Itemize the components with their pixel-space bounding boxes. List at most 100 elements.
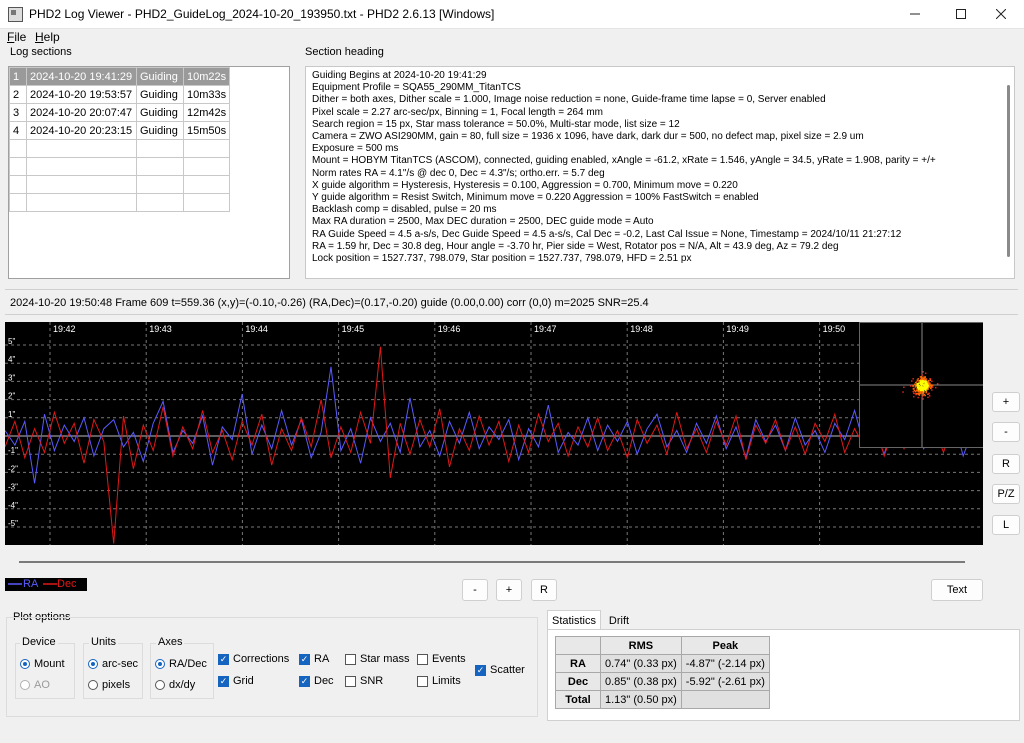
units-pixels-radio[interactable]: pixels	[88, 679, 130, 691]
scatter-point	[922, 380, 925, 382]
corrections-checkbox[interactable]: ✓ Corrections	[218, 653, 289, 665]
section-row[interactable]	[9, 193, 231, 212]
units-arcsec-label: arc-sec	[102, 658, 139, 670]
section-cell-num: 1	[9, 67, 27, 86]
ra-legend-line	[8, 583, 22, 585]
scatter-point	[912, 390, 914, 393]
axes-radec-radio[interactable]: RA/Dec	[155, 658, 207, 670]
scale-reset-button[interactable]: R	[531, 579, 557, 601]
snr-checkbox[interactable]: SNR	[345, 675, 383, 687]
log-sections-list[interactable]: 1 2024-10-20 19:41:29 Guiding 10m22s 2 2024-1…	[8, 66, 290, 279]
tab-drift[interactable]: Drift	[601, 613, 637, 629]
section-row[interactable]	[9, 139, 231, 158]
checkbox-empty-icon	[345, 653, 356, 665]
events-checkbox[interactable]: Events	[417, 653, 466, 665]
section-cell-date	[26, 139, 137, 158]
guide-graph[interactable]: 5" 4" 3" 2" 1" -1" -2" -3" -4" -5" 19:42 19:43 19:44…	[5, 322, 983, 545]
star-mass-checkbox[interactable]: Star mass	[345, 653, 410, 665]
section-cell-dur	[182, 193, 231, 212]
scatter-point	[913, 395, 915, 398]
heading-line: Camera = ZWO ASI290MM, gain = 80, full s…	[312, 131, 864, 143]
ra-checkbox[interactable]: ✓ RA	[299, 653, 329, 665]
section-cell-date	[26, 157, 137, 176]
menu-help[interactable]: Help	[35, 30, 60, 44]
scale-minus-button[interactable]: -	[462, 579, 488, 601]
guide-graph-svg[interactable]: 5" 4" 3" 2" 1" -1" -2" -3" -4" -5" 19:42 19:43 19:44…	[5, 322, 983, 545]
section-row[interactable]: 1 2024-10-20 19:41:29 Guiding 10m22s	[9, 67, 231, 86]
scale-plus-button[interactable]: +	[496, 579, 522, 601]
corrections-label: Corrections	[233, 653, 290, 665]
menu-file[interactable]: File	[7, 30, 26, 44]
heading-scrollbar[interactable]	[1007, 85, 1010, 257]
scatter-point	[925, 391, 927, 394]
x-tick-label: 19:48	[630, 324, 653, 334]
section-cell-date	[26, 193, 137, 212]
units-arcsec-radio[interactable]: arc-sec	[88, 658, 138, 670]
scatter-checkbox[interactable]: ✓ Scatter	[475, 664, 525, 676]
section-row[interactable]: 2 2024-10-20 19:53:57 Guiding 10m33s	[9, 85, 231, 104]
scatter-point	[929, 384, 931, 387]
limits-label: Limits	[432, 675, 461, 687]
statistics-table: RMS Peak RA 0.74" (0.33 px) -4.87" (-2.14 px…	[555, 636, 770, 709]
scatter-point	[916, 383, 918, 385]
section-row[interactable]: 4 2024-10-20 20:23:15 Guiding 15m50s	[9, 121, 231, 140]
section-cell-type: Guiding	[136, 67, 184, 86]
section-cell-type	[136, 139, 184, 158]
section-cell-type	[136, 157, 184, 176]
l-button[interactable]: L	[992, 515, 1020, 535]
zoom-in-button[interactable]: +	[992, 392, 1020, 412]
heading-line: Guiding Begins at 2024-10-20 19:41:29	[312, 70, 487, 81]
checkbox-empty-icon	[417, 675, 428, 687]
section-heading-text[interactable]: Guiding Begins at 2024-10-20 19:41:29 Equ…	[305, 66, 1015, 279]
scatter-point	[919, 386, 922, 388]
frame-status: 2024-10-20 19:50:48 Frame 609 t=559.36 (…	[10, 297, 649, 309]
scatter-point	[924, 372, 927, 374]
y-tick-label: 1"	[8, 410, 15, 419]
minimize-icon[interactable]	[892, 0, 938, 28]
heading-lines: Guiding Begins at 2024-10-20 19:41:29 Equ…	[312, 70, 936, 265]
limits-checkbox[interactable]: Limits	[417, 675, 461, 687]
device-mount-radio[interactable]: Mount	[20, 658, 65, 670]
y-tick-label: 5"	[8, 337, 15, 346]
scatter-point	[923, 385, 925, 387]
scatter-point	[924, 382, 926, 384]
scatter-point	[925, 380, 928, 383]
section-cell-date: 2024-10-20 19:53:57	[26, 85, 137, 104]
x-tick-label: 19:50	[823, 324, 846, 334]
section-row[interactable]	[9, 175, 231, 194]
y-tick-label: -2"	[8, 464, 18, 473]
tab-statistics[interactable]: Statistics	[547, 610, 601, 630]
section-row[interactable]: 3 2024-10-20 20:07:47 Guiding 12m42s	[9, 103, 231, 122]
pz-button[interactable]: P/Z	[992, 484, 1020, 504]
scatter-point	[918, 382, 920, 384]
graph-scrollbar[interactable]	[19, 561, 965, 563]
section-heading-label: Section heading	[303, 46, 386, 58]
x-tick-label: 19:43	[149, 324, 172, 334]
stats-rms: 1.13" (0.50 px)	[600, 690, 682, 709]
radio-on-icon	[20, 659, 30, 669]
scatter-point	[931, 389, 933, 391]
menu-bar: File Help	[0, 29, 1024, 45]
star-mass-label: Star mass	[360, 653, 410, 665]
checkmark-icon: ✓	[218, 653, 229, 665]
axes-dxdy-radio[interactable]: dx/dy	[155, 679, 195, 691]
section-cell-num: 2	[9, 85, 27, 104]
menu-help-accel: H	[35, 30, 44, 44]
close-icon[interactable]	[978, 0, 1024, 28]
section-cell-num: 4	[9, 121, 27, 140]
heading-line: Dither = both axes, Dither scale = 1.000…	[312, 94, 826, 106]
scatter-point	[913, 390, 916, 392]
zoom-out-button[interactable]: -	[992, 422, 1020, 442]
dec-check-label: Dec	[314, 675, 334, 687]
section-cell-dur	[182, 175, 231, 194]
section-cell-dur: 15m50s	[182, 121, 231, 140]
grid-checkbox[interactable]: ✓ Grid	[218, 675, 254, 687]
log-sections-table[interactable]: 1 2024-10-20 19:41:29 Guiding 10m22s 2 2024-1…	[9, 67, 231, 212]
section-row[interactable]	[9, 157, 231, 176]
scatter-point	[918, 385, 920, 387]
dec-checkbox[interactable]: ✓ Dec	[299, 675, 334, 687]
scatter-point	[921, 395, 923, 398]
text-button[interactable]: Text	[931, 579, 983, 601]
scatter-point	[912, 385, 914, 387]
reset-button[interactable]: R	[992, 454, 1020, 474]
